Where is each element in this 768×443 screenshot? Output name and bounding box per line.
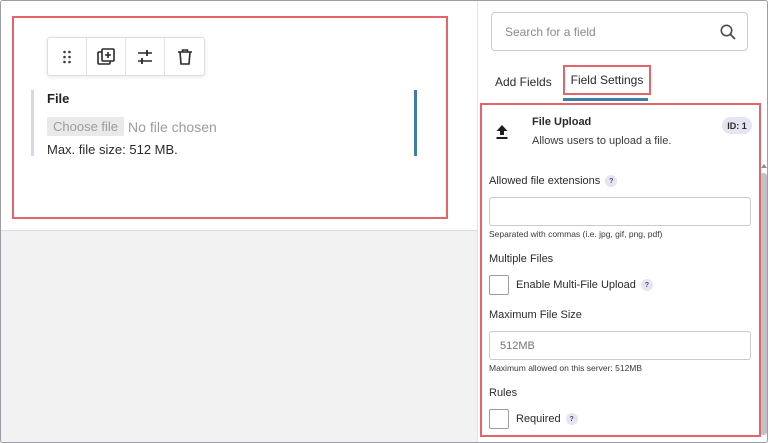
choose-file-button[interactable]: Choose file — [47, 117, 125, 136]
field-selected-bar — [414, 90, 417, 156]
tab-add-fields[interactable]: Add Fields — [495, 75, 552, 89]
field-settings-button[interactable] — [126, 38, 165, 75]
settings-highlight-box — [480, 103, 761, 437]
scrollbar-thumb[interactable] — [760, 173, 767, 435]
delete-button[interactable] — [165, 38, 204, 75]
drag-handle-icon — [63, 50, 71, 63]
scroll-up-arrow-icon[interactable] — [761, 164, 767, 168]
duplicate-icon — [97, 47, 115, 65]
drag-handle-button[interactable] — [48, 38, 87, 75]
form-canvas: File Choose file No file chosen Max. fil… — [1, 1, 477, 231]
tab-field-settings[interactable]: Field Settings — [563, 65, 651, 95]
field-toolbar — [47, 37, 205, 76]
max-file-size-text: Max. file size: 512 MB. — [47, 142, 178, 157]
search-input[interactable] — [505, 24, 715, 39]
field-search — [491, 12, 748, 51]
search-icon[interactable] — [719, 23, 737, 41]
trash-icon — [177, 48, 192, 65]
no-file-chosen-text: No file chosen — [128, 118, 217, 135]
tab-field-settings-label: Field Settings — [570, 73, 644, 87]
field-label: File — [47, 91, 70, 106]
file-input[interactable]: Choose file No file chosen — [47, 117, 217, 136]
file-field[interactable]: File Choose file No file chosen Max. fil… — [31, 90, 417, 157]
duplicate-button[interactable] — [87, 38, 126, 75]
app-frame: File Choose file No file chosen Max. fil… — [0, 0, 768, 443]
field-sidebar: Add Fields Field Settings File Upload Al… — [477, 1, 767, 442]
field-left-bar — [31, 90, 34, 156]
settings-sliders-icon — [138, 49, 152, 64]
active-tab-underline — [563, 98, 648, 101]
